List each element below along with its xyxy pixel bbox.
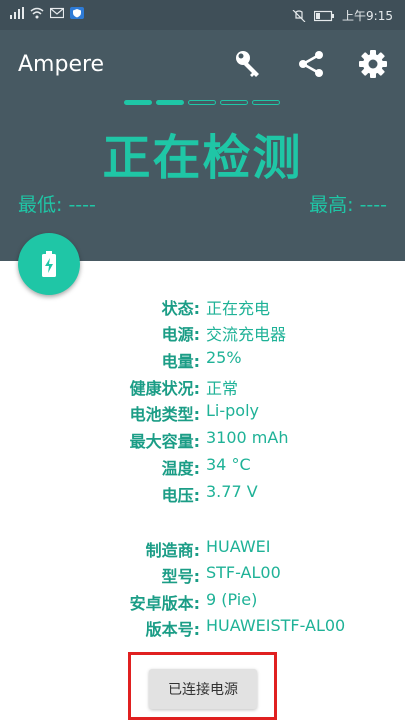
battery-icon <box>314 10 335 21</box>
info-value: 25% <box>206 348 242 367</box>
status-bar: 上午9:15 <box>0 0 405 30</box>
signal-icon <box>10 7 24 19</box>
app-title: Ampere <box>18 52 105 77</box>
info-value: Li-poly <box>206 401 259 420</box>
info-label: 状态: <box>161 299 200 318</box>
info-row-status: 状态: 正在充电 <box>0 295 405 321</box>
mute-icon <box>292 9 306 22</box>
progress-segment <box>252 100 280 105</box>
info-label: 安卓版本: <box>129 594 200 613</box>
progress-segment <box>188 100 216 105</box>
info-row-temperature: 温度: 34 °C <box>0 455 405 481</box>
max-reading: 最高: ---- <box>309 194 387 216</box>
power-connected-button[interactable]: 已连接电源 <box>149 669 257 709</box>
info-value: 9 (Pie) <box>206 590 258 609</box>
info-label: 制造商: <box>145 541 200 560</box>
app-header: Ampere 正在检测 最低: ---- 最高: ---- <box>0 30 405 261</box>
info-value: STF-AL00 <box>206 563 281 582</box>
highlight-box: 已连接电源 <box>128 652 277 720</box>
info-value: 3100 mAh <box>206 428 289 447</box>
battery-charging-icon <box>42 251 56 277</box>
key-icon[interactable] <box>232 48 264 80</box>
battery-fab-button[interactable] <box>18 233 80 295</box>
info-value: HUAWEISTF-AL00 <box>206 616 346 635</box>
info-row-power-source: 电源: 交流充电器 <box>0 321 405 347</box>
info-value: 34 °C <box>206 455 251 474</box>
info-label: 版本号: <box>145 620 200 639</box>
mail-icon <box>50 7 64 19</box>
info-row-capacity: 最大容量: 3100 mAh <box>0 428 405 454</box>
info-value: 交流充电器 <box>206 325 287 344</box>
status-icons-left <box>10 7 84 19</box>
info-label: 电量: <box>161 352 200 371</box>
info-row-build-number: 版本号: HUAWEISTF-AL00 <box>0 616 405 642</box>
info-label: 健康状况: <box>129 379 200 398</box>
info-value: 正在充电 <box>206 299 271 318</box>
share-icon[interactable] <box>295 48 327 80</box>
status-icons-right: 上午9:15 <box>292 7 393 24</box>
info-row-level: 电量: 25% <box>0 348 405 374</box>
info-value: 正常 <box>206 379 239 398</box>
info-row-voltage: 电压: 3.77 V <box>0 482 405 508</box>
info-label: 电源: <box>161 325 200 344</box>
detection-progress <box>124 100 280 105</box>
gear-icon[interactable] <box>357 48 389 80</box>
info-row-manufacturer: 制造商: HUAWEI <box>0 537 405 563</box>
info-label: 电池类型: <box>129 405 200 424</box>
measuring-status: 正在检测 <box>102 130 303 186</box>
info-label: 最大容量: <box>129 432 200 451</box>
clock: 上午9:15 <box>342 9 393 23</box>
info-row-health: 健康状况: 正常 <box>0 375 405 401</box>
shield-app-icon <box>70 7 84 19</box>
progress-segment <box>220 100 248 105</box>
info-value: 3.77 V <box>206 482 258 501</box>
info-row-android-version: 安卓版本: 9 (Pie) <box>0 590 405 616</box>
min-reading: 最低: ---- <box>18 194 96 216</box>
info-row-model: 型号: STF-AL00 <box>0 563 405 589</box>
info-row-battery-type: 电池类型: Li-poly <box>0 401 405 427</box>
info-label: 电压: <box>161 486 200 505</box>
info-value: HUAWEI <box>206 537 271 556</box>
wifi-icon <box>30 7 44 19</box>
info-label: 型号: <box>161 567 200 586</box>
progress-segment <box>156 100 184 105</box>
info-label: 温度: <box>161 459 200 478</box>
progress-segment <box>124 100 152 105</box>
